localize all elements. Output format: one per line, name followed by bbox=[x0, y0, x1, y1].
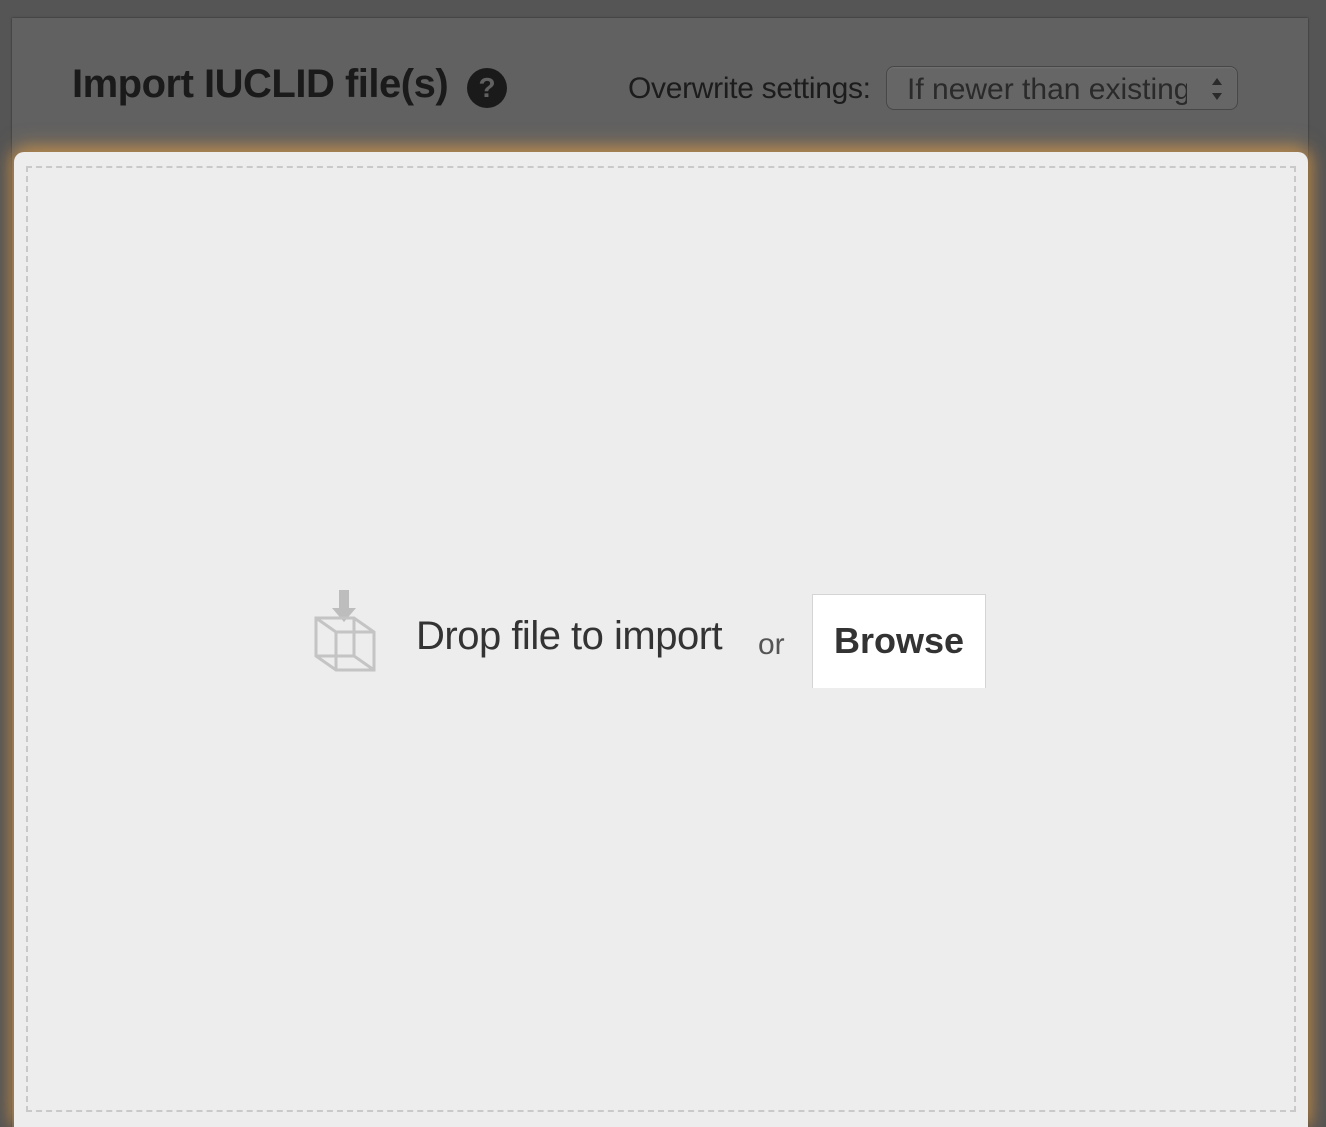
browse-button[interactable]: Browse bbox=[812, 594, 986, 688]
overwrite-settings-label: Overwrite settings: bbox=[628, 72, 871, 105]
overwrite-settings-select[interactable]: If newer than existing bbox=[886, 66, 1238, 110]
drop-file-text: Drop file to import bbox=[416, 614, 723, 658]
overwrite-settings-value: If newer than existing bbox=[907, 73, 1187, 106]
question-circle-icon[interactable]: ? bbox=[467, 68, 507, 108]
select-arrows-icon bbox=[1209, 75, 1225, 103]
dropzone-content: Drop file to import or Browse bbox=[310, 588, 990, 688]
box-download-icon bbox=[310, 588, 380, 676]
dialog-title: Import IUCLID file(s) bbox=[72, 62, 449, 106]
or-text: or bbox=[758, 628, 785, 661]
dialog-header: Import IUCLID file(s) ? Overwrite settin… bbox=[12, 18, 1308, 150]
